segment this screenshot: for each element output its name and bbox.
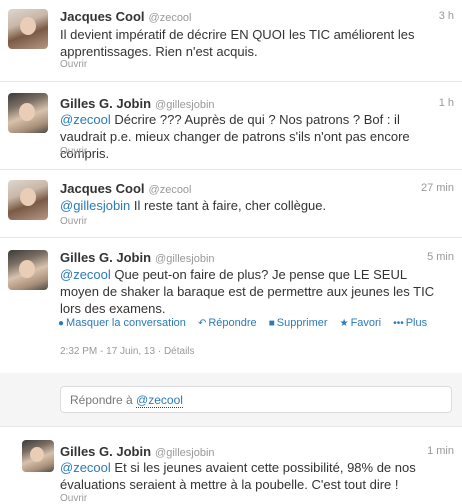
tweet-time[interactable]: 27 min [421,182,454,194]
details-link[interactable]: Détails [164,346,195,357]
delete-button[interactable]: ■ Supprimer [269,317,328,329]
reply-arrow-icon: ↶ [197,318,207,329]
open-link[interactable]: Ouvrir [60,216,87,227]
mention-link[interactable]: @zecool [60,112,111,127]
tweet-text: Il devient impératif de décrire EN QUOI … [60,27,415,59]
more-button[interactable]: ••• Plus [393,317,427,329]
more-dots-icon: ••• [393,318,404,329]
avatar[interactable] [8,93,48,133]
tweet-handle: @zecool [148,12,192,24]
tweet-handle: @gillesjobin [155,99,215,111]
tweet-time[interactable]: 5 min [427,251,454,263]
tweet-timestamp[interactable]: 2:32 PM - 17 Juin, 13 [60,346,155,357]
reply-button[interactable]: ↶ Répondre [198,317,257,329]
tweet-text: @gillesjobin Il reste tant à faire, cher… [60,198,327,213]
mention-link[interactable]: @gillesjobin [60,198,130,213]
tweet-actions: ● Masquer la conversation ↶ Répondre ■ Supp… [58,317,436,329]
tweet-text: @zecool Et si les jeunes avaient cette p… [60,460,416,492]
speech-bubble-icon: ● [58,318,65,329]
tweet-text: @zecool Que peut-on faire de plus? Je pe… [60,267,435,316]
tweet-handle: @zecool [148,184,192,196]
tweet-meta: 2:32 PM - 17 Juin, 13 · Détails [60,346,195,357]
tweet-time[interactable]: 3 h [439,10,454,22]
avatar[interactable] [8,180,48,220]
open-link[interactable]: Ouvrir [60,493,87,504]
reply-area: Répondre à @zecool [0,373,462,427]
open-link[interactable]: Ouvrir [60,146,87,157]
tweet-author[interactable]: Jacques Cool @zecool [60,181,192,196]
open-link[interactable]: Ouvrir [60,59,87,70]
tweet-author[interactable]: Gilles G. Jobin @gillesjobin [60,444,215,459]
tweet-5[interactable]: Gilles G. Jobin @gillesjobin 1 min @zecoo… [0,426,462,504]
tweet-author[interactable]: Jacques Cool @zecool [60,9,192,24]
tweet-2[interactable]: Gilles G. Jobin @gillesjobin 1 h @zecool … [0,82,462,170]
star-icon: ★ [339,318,349,329]
avatar[interactable] [8,250,48,290]
reply-mention: @zecool [136,393,183,408]
mention-link[interactable]: @zecool [60,460,111,475]
tweet-author[interactable]: Gilles G. Jobin @gillesjobin [60,250,215,265]
tweet-3[interactable]: Jacques Cool @zecool 27 min @gillesjobin … [0,170,462,238]
favorite-button[interactable]: ★ Favori [340,317,382,329]
avatar[interactable] [8,9,48,49]
trash-icon: ■ [268,318,275,329]
tweet-1[interactable]: Jacques Cool @zecool 3 h Il devient impér… [0,0,462,82]
tweet-time[interactable]: 1 min [427,445,454,457]
tweet-author[interactable]: Gilles G. Jobin @gillesjobin [60,96,215,111]
tweet-text: @zecool Décrire ??? Auprès de qui ? Nos … [60,112,410,161]
avatar[interactable] [22,440,54,472]
hide-conversation-button[interactable]: ● Masquer la conversation [58,317,186,329]
tweet-handle: @gillesjobin [155,253,215,265]
reply-input[interactable]: Répondre à @zecool [60,386,452,413]
tweet-handle: @gillesjobin [155,447,215,459]
mention-link[interactable]: @zecool [60,267,111,282]
tweet-time[interactable]: 1 h [439,97,454,109]
